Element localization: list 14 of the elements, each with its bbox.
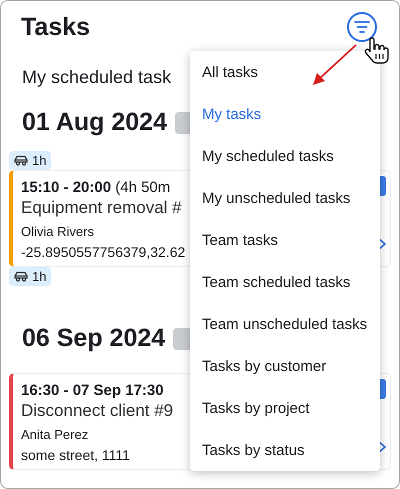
page-title: Tasks <box>21 12 90 42</box>
task-location: some street, 1111 <box>21 447 130 463</box>
date-heading: 01 Aug 2024 <box>22 108 167 137</box>
task-assignee: Anita Perez <box>21 427 88 442</box>
task-location: -25.8950557756379,32.62 <box>21 244 186 260</box>
task-assignee: Olivia Rivers <box>21 224 94 239</box>
date-heading: 06 Sep 2024 <box>22 324 166 353</box>
task-time: 16:30 - 07 Sep 17:30 <box>21 382 164 399</box>
view-title: My scheduled task <box>22 67 172 88</box>
task-title: Disconnect client #9 <box>21 401 174 421</box>
travel-time-chip: 1h <box>9 267 52 286</box>
task-time: 15:10 - 20:00 (4h 50m <box>21 179 170 196</box>
travel-time-chip: 1h <box>9 151 52 170</box>
task-title: Equipment removal # <box>21 198 182 218</box>
